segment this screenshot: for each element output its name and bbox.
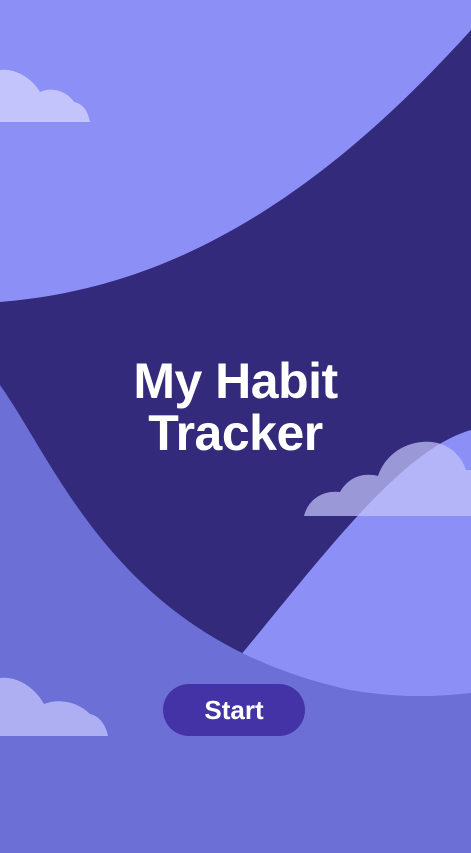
app-title-line2: Tracker [148, 405, 323, 461]
app-title-line1: My Habit [133, 353, 338, 409]
app-title: My Habit Tracker [0, 355, 471, 459]
start-button[interactable]: Start [163, 684, 305, 736]
splash-screen: My Habit Tracker Start [0, 0, 471, 853]
